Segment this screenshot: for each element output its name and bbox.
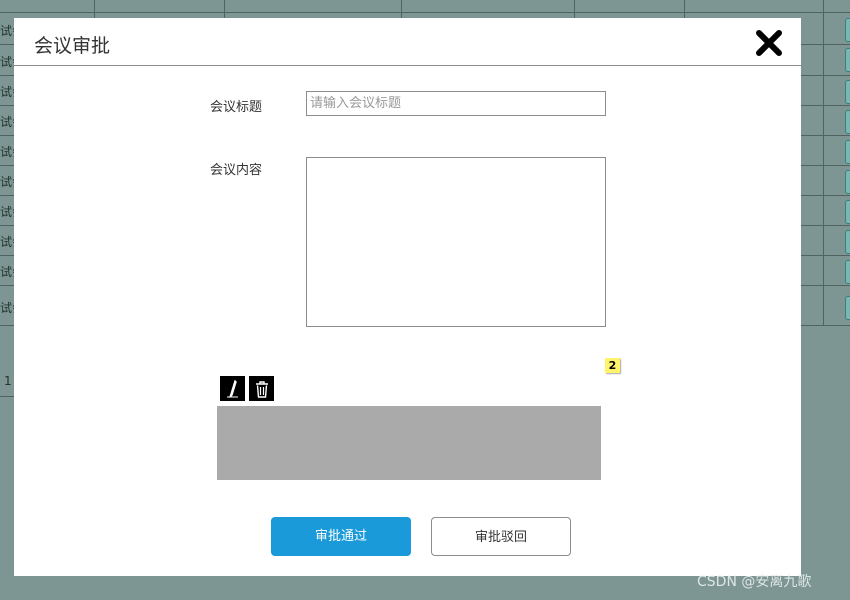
meeting-title-input[interactable] [306, 91, 606, 116]
meeting-content-textarea[interactable] [306, 157, 606, 327]
approve-button[interactable]: 审批通过 [271, 517, 411, 556]
row-action-button[interactable] [845, 170, 850, 194]
table-divider [401, 0, 402, 18]
close-button[interactable] [756, 30, 782, 56]
table-cell: 试会 [0, 85, 14, 99]
row-action-button[interactable] [845, 80, 850, 104]
row-action-button[interactable] [845, 18, 850, 42]
table-cell: 试会 [0, 145, 14, 159]
row-action-button[interactable] [845, 140, 850, 164]
pagination-page[interactable]: 1 [4, 374, 12, 388]
watermark: CSDN @安离九歌 [697, 574, 812, 590]
reject-button[interactable]: 审批驳回 [431, 517, 571, 556]
table-divider [574, 0, 575, 18]
trash-icon [255, 380, 268, 398]
close-icon [756, 30, 782, 56]
row-action-button[interactable] [845, 200, 850, 224]
table-divider [684, 0, 685, 18]
table-divider [94, 0, 95, 18]
dialog-header: 会议审批 [14, 18, 801, 66]
dialog-title: 会议审批 [34, 35, 111, 57]
clear-button[interactable] [249, 376, 274, 401]
table-divider [224, 0, 225, 18]
table-cell: 试会 [0, 301, 14, 315]
table-divider [823, 0, 824, 325]
table-cell: 试会 [0, 205, 14, 219]
signature-canvas[interactable] [217, 406, 601, 480]
row-action-button[interactable] [845, 48, 850, 72]
row-action-button[interactable] [845, 110, 850, 134]
title-label: 会议标题 [210, 100, 263, 115]
pen-icon [226, 379, 238, 397]
row-action-button[interactable] [845, 260, 850, 284]
table-divider [0, 12, 850, 13]
table-divider [0, 396, 14, 397]
row-action-button[interactable] [845, 230, 850, 254]
table-cell: 试会 [0, 115, 14, 129]
meeting-approval-dialog: 会议审批 会议标题 会议内容 2 审批通过 审批驳回 [14, 18, 801, 576]
table-cell: 试会 [0, 265, 14, 279]
table-cell: 试会 [0, 55, 14, 69]
table-cell: 试会 [0, 235, 14, 249]
table-cell: 试会 [0, 175, 14, 189]
step-badge: 2 [605, 358, 620, 373]
table-cell: 试会 [0, 24, 14, 38]
content-label: 会议内容 [210, 163, 263, 178]
row-action-button[interactable] [845, 296, 850, 320]
pen-button[interactable] [220, 376, 245, 401]
